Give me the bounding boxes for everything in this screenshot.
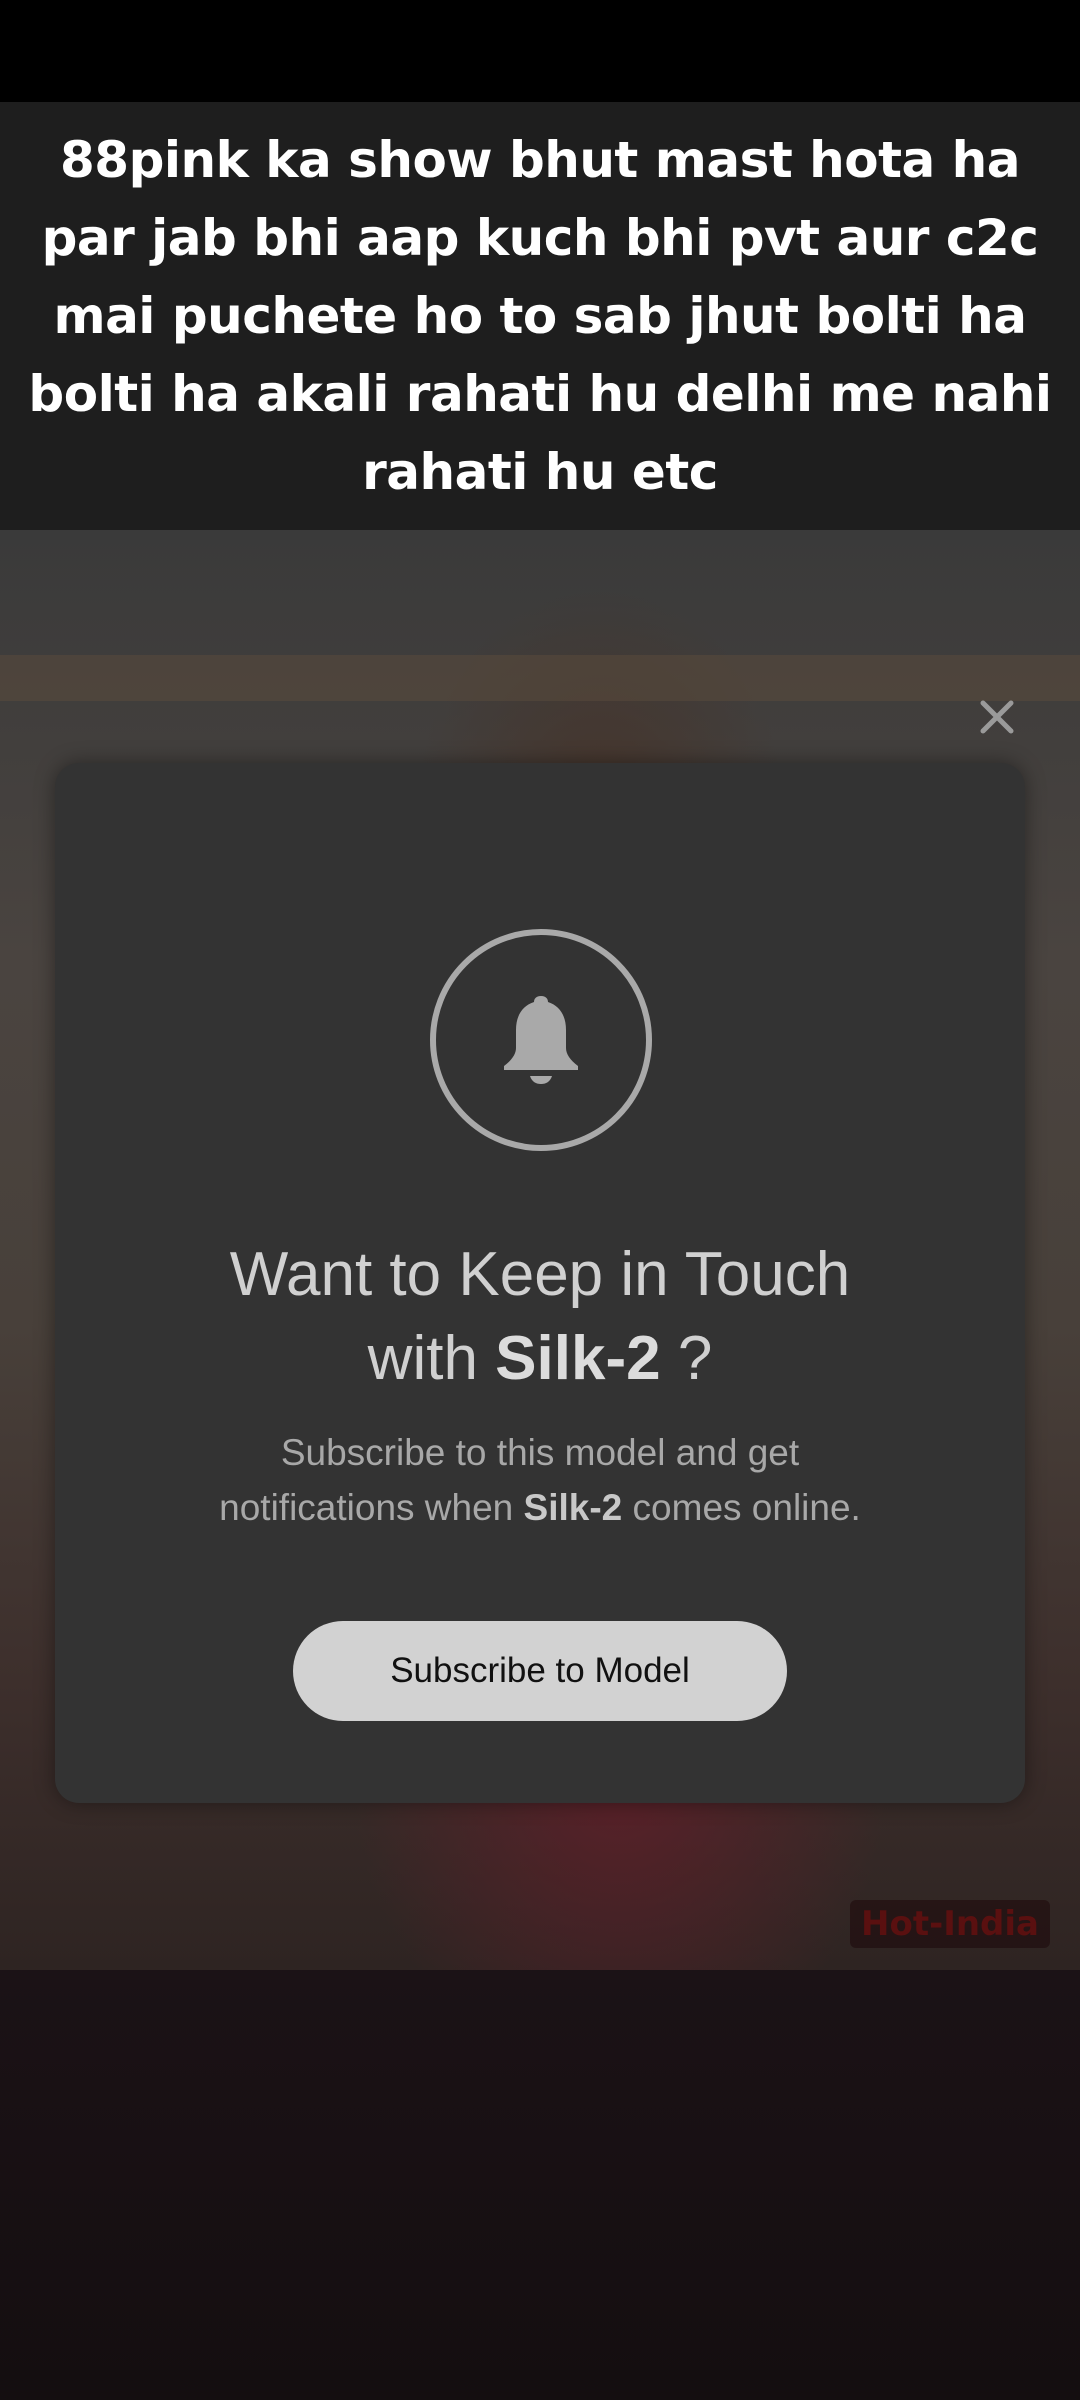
modal-title-line1: Want to Keep in Touch — [229, 1240, 851, 1309]
subscribe-modal: Want to Keep in Touch with Silk-2 ? Subs… — [55, 763, 1025, 1803]
caption-banner: 88pink ka show bhut mast hota ha par jab… — [0, 102, 1080, 530]
modal-title-line2: with Silk-2 ? — [55, 1317, 1025, 1401]
video-bottom-area — [0, 1970, 1080, 2400]
modal-title-suffix: ? — [677, 1324, 713, 1393]
app-screen: Hot-India 88pink ka show bhut mast hota … — [0, 0, 1080, 2400]
status-bar — [0, 0, 1080, 102]
modal-desc-line2: notifications when Silk-2 comes online. — [55, 1480, 1025, 1535]
subscribe-button[interactable]: Subscribe to Model — [293, 1621, 787, 1721]
caption-text: 88pink ka show bhut mast hota ha par jab… — [28, 131, 1052, 501]
modal-desc-line1: Subscribe to this model and get — [280, 1432, 800, 1473]
bell-icon-container — [430, 929, 652, 1151]
video-background-detail — [0, 655, 1080, 701]
model-name: Silk-2 — [495, 1324, 661, 1393]
modal-title: Want to Keep in Touch with Silk-2 ? — [55, 1233, 1025, 1401]
bell-icon — [504, 996, 578, 1084]
modal-description: Subscribe to this model and get notifica… — [55, 1425, 1025, 1535]
video-watermark: Hot-India — [850, 1900, 1050, 1948]
modal-title-with: with — [367, 1324, 478, 1393]
model-name-inline: Silk-2 — [523, 1487, 623, 1528]
close-icon — [980, 700, 1014, 734]
close-button[interactable] — [970, 690, 1024, 744]
modal-desc-middle: notifications when — [219, 1487, 514, 1528]
modal-desc-suffix: comes online. — [632, 1487, 861, 1528]
